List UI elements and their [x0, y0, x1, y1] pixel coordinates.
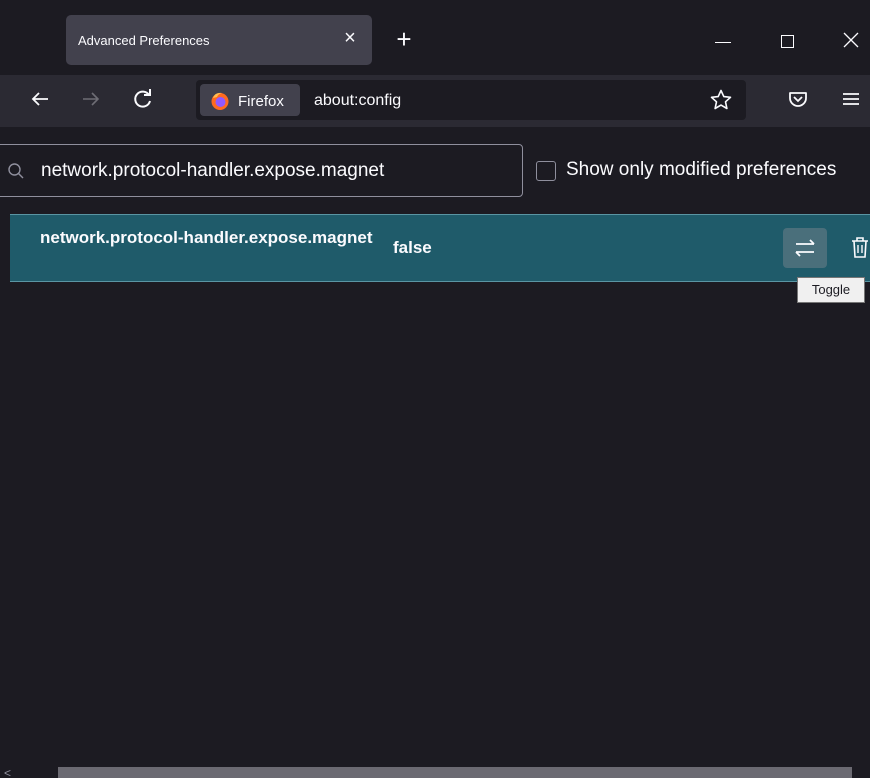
identity-label: Firefox — [238, 93, 284, 110]
site-identity-button[interactable]: Firefox — [200, 84, 300, 116]
tab-title: Advanced Preferences — [78, 33, 210, 48]
trash-icon[interactable] — [848, 232, 870, 264]
forward-arrow-icon[interactable] — [79, 87, 103, 111]
toggle-button[interactable] — [783, 228, 827, 268]
search-box[interactable] — [0, 144, 523, 197]
back-arrow-icon[interactable] — [28, 87, 52, 111]
search-icon — [8, 163, 24, 179]
maximize-icon[interactable] — [781, 35, 794, 48]
preference-value: false — [393, 238, 432, 257]
navigation-toolbar: Firefox about:config — [0, 75, 870, 127]
preference-name: network.protocol-handler.expose.magnet — [40, 228, 373, 247]
minimize-icon[interactable] — [715, 42, 731, 43]
horizontal-scrollbar[interactable]: < — [0, 765, 870, 778]
star-icon[interactable] — [709, 88, 733, 112]
close-icon[interactable]: × — [340, 26, 360, 50]
menu-icon[interactable] — [839, 87, 863, 111]
pocket-icon[interactable] — [786, 87, 810, 111]
tab-advanced-preferences[interactable]: Advanced Preferences × — [66, 15, 372, 65]
window-close-icon[interactable] — [842, 30, 860, 50]
search-input[interactable] — [41, 157, 501, 185]
show-modified-checkbox[interactable] — [536, 161, 556, 181]
show-modified-label[interactable]: Show only modified preferences — [566, 159, 836, 181]
firefox-logo-icon — [211, 92, 229, 110]
scroll-left-icon[interactable]: < — [4, 766, 11, 778]
toggle-tooltip: Toggle — [797, 277, 865, 303]
url-text[interactable]: about:config — [314, 92, 401, 110]
about-config-page: Show only modified preferences network.p… — [0, 127, 870, 778]
scrollbar-thumb[interactable] — [58, 767, 852, 778]
preference-row[interactable]: network.protocol-handler.expose.magnet f… — [10, 214, 870, 282]
plus-icon[interactable]: + — [392, 26, 416, 52]
title-bar: Advanced Preferences × + — [0, 0, 870, 75]
url-bar[interactable]: Firefox about:config — [196, 80, 746, 120]
toggle-icon — [795, 239, 815, 257]
reload-icon[interactable] — [131, 87, 155, 111]
